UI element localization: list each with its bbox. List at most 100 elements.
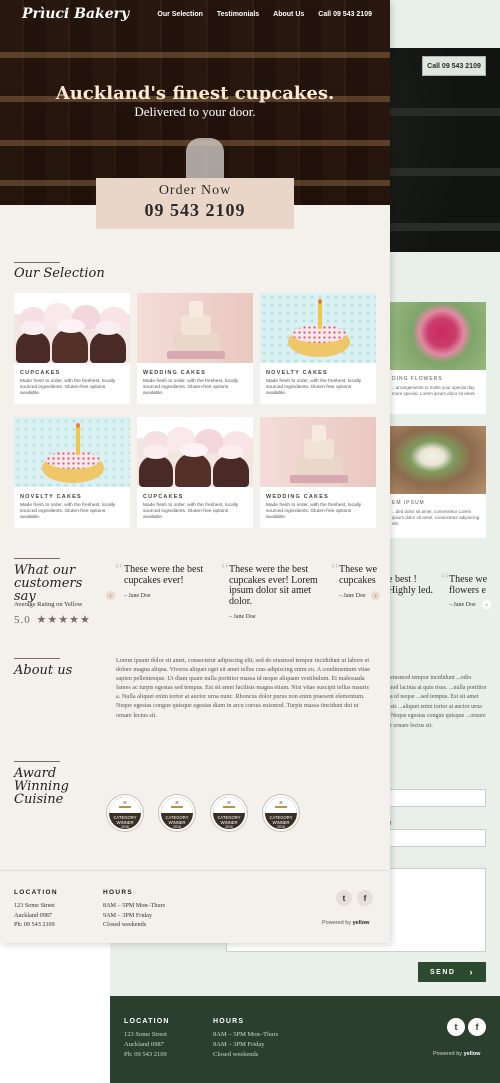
nav-call[interactable]: Call 09 543 2109 xyxy=(318,11,372,18)
quote-mark-icon: “ xyxy=(331,559,339,579)
quote-text: e best ! Highly led. xyxy=(388,574,433,596)
send-button[interactable]: SEND › xyxy=(418,962,486,982)
florist-card[interactable]: DING FLOWERS ...arrangements to make you… xyxy=(388,302,486,414)
florist-call-button[interactable]: Call 09 543 2109 xyxy=(422,56,486,76)
card-caption: WEDDING CAKES xyxy=(143,370,206,376)
card-caption: CUPCAKES xyxy=(20,370,61,376)
award-logo-icon: ≋ xyxy=(223,800,235,808)
card-text: Made fresh to order, with the freshest, … xyxy=(266,379,362,396)
card-caption: WEDDING CAKES xyxy=(266,494,329,500)
chevron-right-icon[interactable]: › xyxy=(371,591,380,600)
phone-line: Ph: 09 543 2109 xyxy=(14,921,55,928)
nav-testimonials[interactable]: Testimonials xyxy=(217,11,259,18)
florist-card-caption: EM IPSUM xyxy=(392,500,425,506)
about-text: Lorem ipsum dolor sit amet, consectetur … xyxy=(116,657,370,719)
name-field[interactable] xyxy=(378,789,486,807)
award-badge: ≋ CATEGORY WINNER 2016 xyxy=(107,795,143,831)
address-line: Auckland 0987 xyxy=(14,911,52,919)
hours-line: 8AM – 5PM Mon–Thurs xyxy=(103,902,166,909)
card-text: Made fresh to order, with the freshest, … xyxy=(266,503,362,520)
product-card-cupcakes[interactable]: CUPCAKES Made fresh to order, with the f… xyxy=(14,293,130,404)
rating-value: 5.0 xyxy=(14,614,31,626)
product-card-wedding-cakes[interactable]: WEDDING CAKES Made fresh to order, with … xyxy=(260,417,376,528)
novelty-cake-image xyxy=(260,293,376,363)
section-divider xyxy=(14,761,60,762)
bakery-logo[interactable]: Prìuci Bakery xyxy=(22,6,129,22)
flowers-image xyxy=(388,302,486,370)
florist-about-text: ...do eiusmod tempor incididunt ...odio … xyxy=(378,675,487,729)
card-caption: NOVELTY CAKES xyxy=(20,494,82,500)
phone-number-field[interactable] xyxy=(378,829,486,847)
award-logo-icon: ≋ xyxy=(171,800,183,808)
florist-footer: LOCATION 123 Some Street Auckland 0987 P… xyxy=(110,996,500,1083)
footer-location: 123 Some Street Auckland 0987 Ph: 09 543… xyxy=(124,1030,167,1060)
footer-location: 123 Some Street Auckland 0987 Ph: 09 543… xyxy=(14,901,55,930)
florist-card[interactable]: EM IPSUM ...ded dolor sit amet, consecte… xyxy=(388,426,486,538)
chevron-right-icon: › xyxy=(469,967,474,977)
about-title: About us xyxy=(14,663,73,678)
flowers-image xyxy=(388,426,486,494)
twitter-icon[interactable]: t xyxy=(447,1018,465,1036)
award-badge: ≋ CATEGORY WINNER 2016 xyxy=(211,795,247,831)
card-caption: NOVELTY CAKES xyxy=(266,370,328,376)
send-label: SEND xyxy=(430,968,456,976)
product-card-novelty-cakes[interactable]: NOVELTY CAKES Made fresh to order, with … xyxy=(14,417,130,528)
quote-text: These we flowers e xyxy=(449,574,488,596)
quote-author: – Jane Doe xyxy=(124,593,151,599)
quote-mark-icon: “ xyxy=(441,569,449,589)
order-now-label: Order Now xyxy=(158,183,232,198)
badge-year: 2016 xyxy=(277,825,285,829)
award-badge: ≋ CATEGORY WINNER 2016 xyxy=(263,795,299,831)
powered-by[interactable]: Powered by yellow xyxy=(322,919,369,929)
chevron-right-icon[interactable]: › xyxy=(482,600,491,609)
hours-line: 9AM – 3PM Friday xyxy=(213,1041,265,1048)
footer-location-title: LOCATION xyxy=(14,889,58,896)
card-text: Made fresh to order, with the freshest, … xyxy=(20,503,116,520)
hero-title: Auckland's finest cupcakes. xyxy=(55,83,335,104)
address-line: 123 Some Street xyxy=(14,902,55,909)
facebook-icon[interactable]: f xyxy=(357,890,373,906)
card-caption: CUPCAKES xyxy=(143,494,184,500)
award-badge: ≋ CATEGORY WINNER 2016 xyxy=(159,795,195,831)
bakery-page: Prìuci Bakery Our Selection Testimonials… xyxy=(0,0,390,943)
product-card-novelty-cakes[interactable]: NOVELTY CAKES Made fresh to order, with … xyxy=(260,293,376,404)
cupcakes-image xyxy=(137,417,253,487)
twitter-icon[interactable]: t xyxy=(336,890,352,906)
florist-card-caption: DING FLOWERS xyxy=(392,376,443,382)
wedding-cake-image xyxy=(137,293,253,363)
hours-line: 9AM – 3PM Friday xyxy=(103,911,152,919)
card-text: Made fresh to order, with the freshest, … xyxy=(143,379,239,396)
product-card-cupcakes[interactable]: CUPCAKES Made fresh to order, with the f… xyxy=(137,417,253,528)
phone-line: Ph: 09 543 2109 xyxy=(124,1051,167,1058)
nav-about-us[interactable]: About Us xyxy=(273,11,304,18)
quote-mark-icon: “ xyxy=(221,559,229,579)
florist-card-text: ...ded dolor sit amet, consectetur Lorem… xyxy=(392,509,480,526)
powered-by[interactable]: Powered by yellow xyxy=(433,1049,480,1059)
badge-year: 2016 xyxy=(121,825,129,829)
facebook-icon[interactable]: f xyxy=(468,1018,486,1036)
quote-text: These we cupcakes xyxy=(339,565,377,586)
order-now-button[interactable]: Order Now 09 543 2109 xyxy=(96,178,294,229)
testimonials-title: What our customers say xyxy=(14,563,83,604)
footer-hours-title: HOURS xyxy=(103,889,133,896)
rating: 5.0 ★★★★★ xyxy=(14,613,91,626)
top-nav: Our Selection Testimonials About Us Call… xyxy=(157,11,372,18)
selection-title: Our Selection xyxy=(14,266,105,281)
wedding-cake-image xyxy=(260,417,376,487)
quote-text: These were the best cupcakes ever! xyxy=(124,564,204,586)
nav-our-selection[interactable]: Our Selection xyxy=(157,11,203,18)
powered-by-label: Powered by xyxy=(322,920,352,926)
product-card-wedding-cakes[interactable]: WEDDING CAKES Made fresh to order, with … xyxy=(137,293,253,404)
yellow-logo: yellow xyxy=(352,920,370,926)
section-divider xyxy=(14,658,60,659)
footer-hours: 8AM – 5PM Mon–Thurs 9AM – 3PM Friday Clo… xyxy=(213,1030,278,1060)
footer-hours: 8AM – 5PM Mon–Thurs 9AM – 3PM Friday Clo… xyxy=(103,901,165,930)
chevron-left-icon[interactable]: ‹ xyxy=(106,591,115,600)
bakery-footer: LOCATION 123 Some Street Auckland 0987 P… xyxy=(0,870,390,943)
address-line: 123 Some Street xyxy=(124,1031,167,1038)
section-divider xyxy=(14,558,60,559)
powered-by-label: Powered by xyxy=(433,1051,463,1057)
testimonial-card: These were the best cupcakes ever! Lorem… xyxy=(229,564,327,623)
hero-banner: Prìuci Bakery Our Selection Testimonials… xyxy=(0,0,390,205)
award-title: Award Winning Cuisine xyxy=(14,766,69,807)
